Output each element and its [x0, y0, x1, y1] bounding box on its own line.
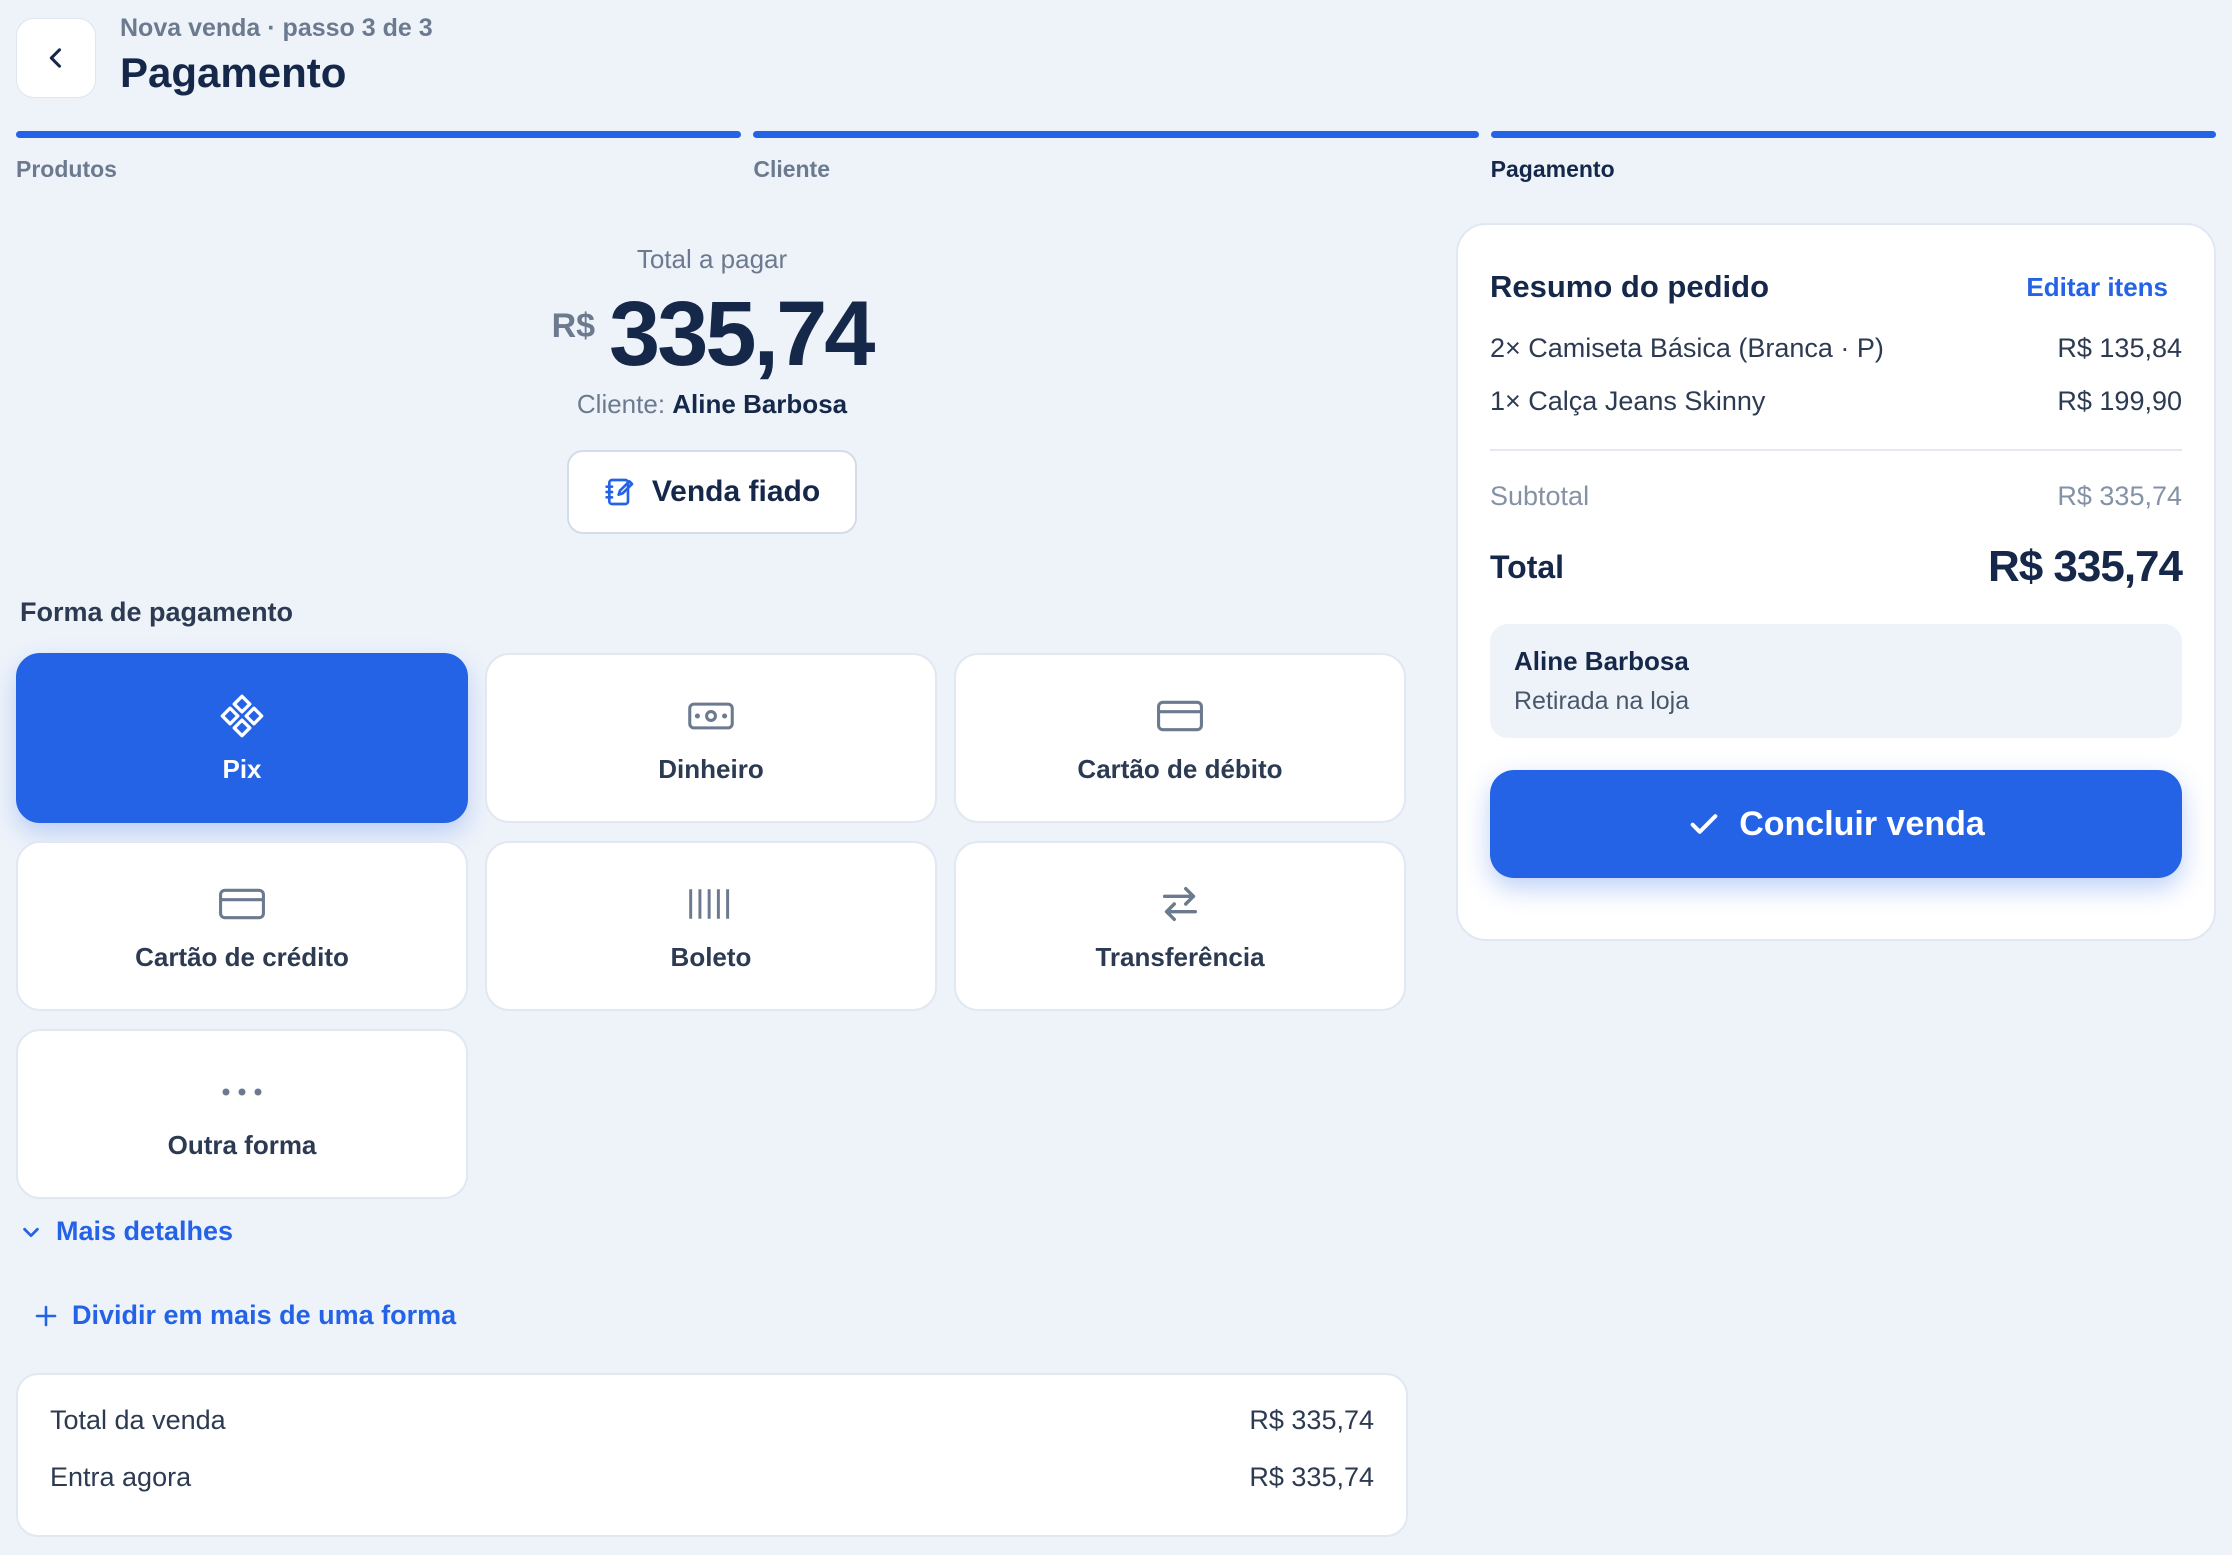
payment-method-label: Pix — [222, 753, 262, 784]
delivery-note: Retirada na loja — [1514, 687, 1690, 715]
payment-method-label: Cartão de débito — [1077, 753, 1283, 784]
subtotal-value: R$ 335,74 — [2057, 481, 2182, 511]
more-icon — [222, 1088, 262, 1095]
payment-method-outra[interactable]: Outra forma — [16, 1029, 468, 1199]
conclude-sale-label: Concluir venda — [1739, 804, 1985, 843]
total-row-label: Total — [1490, 548, 1565, 585]
page-title: Pagamento — [120, 48, 347, 96]
chevron-down-icon — [23, 1227, 39, 1237]
payment-section-label: Forma de pagamento — [20, 597, 294, 627]
edit-items-link[interactable]: Editar itens — [2026, 272, 2168, 303]
header-text: Nova venda · passo 3 de 3 Pagamento — [120, 14, 433, 97]
total-row: Total R$ 335,74 — [1490, 542, 2183, 592]
step-pagamento: Pagamento — [1490, 131, 2216, 183]
summary-label: Total da venda — [50, 1405, 226, 1435]
total-value: 335,74 — [609, 283, 875, 385]
item-price: R$ 199,90 — [2057, 386, 2182, 416]
customer-name: Aline Barbosa — [1514, 646, 1689, 676]
item-description: 1× Calça Jeans Skinny — [1490, 386, 1766, 416]
transfer-icon — [1162, 886, 1198, 921]
step-progress-bar — [753, 131, 1479, 138]
subtotal-label: Subtotal — [1490, 481, 1590, 511]
item-description: 2× Camiseta Básica (Branca · P) — [1490, 333, 1884, 363]
step-progress-bar — [1490, 131, 2216, 138]
payment-method-boleto[interactable]: Boleto — [485, 841, 937, 1011]
total-to-pay: Total a pagar R$ 335,74 Cliente: Aline B… — [412, 244, 1012, 534]
step-label: Produtos — [16, 156, 117, 182]
total-label: Total a pagar — [636, 244, 788, 274]
payment-method-credito[interactable]: Cartão de crédito — [16, 841, 468, 1011]
summary-row: Total da venda R$ 335,74 — [50, 1405, 1374, 1462]
summary-label: Entra agora — [50, 1462, 192, 1492]
order-summary-card: Resumo do pedido Editar itens 2× Camiset… — [1456, 223, 2216, 941]
payment-method-label: Cartão de crédito — [135, 941, 349, 972]
client-prefix: Cliente: — [576, 389, 666, 419]
split-payment-link[interactable]: Dividir em mais de uma forma — [34, 1300, 456, 1331]
summary-value: R$ 335,74 — [1249, 1462, 1374, 1492]
step-label: Pagamento — [1490, 156, 1615, 182]
step-produtos[interactable]: Produtos — [16, 131, 742, 183]
page-header: Nova venda · passo 3 de 3 Pagamento — [16, 14, 433, 98]
check-icon — [1690, 814, 1718, 834]
notebook-edit-icon — [605, 478, 634, 506]
card-icon — [1157, 700, 1203, 731]
more-details-label: Mais detalhes — [56, 1216, 234, 1246]
client-line: Cliente: Aline Barbosa — [412, 389, 1012, 420]
stepper: Produtos Cliente Pagamento — [16, 131, 2216, 183]
payment-methods-grid: Pix Dinheiro Cartão de débito Cartão de … — [16, 653, 1408, 1199]
step-cliente[interactable]: Cliente — [753, 131, 1479, 183]
step-indicator: Nova venda · passo 3 de 3 — [120, 13, 433, 42]
customer-info: Aline Barbosa Retirada na loja — [1490, 624, 2182, 738]
pix-icon — [220, 694, 264, 737]
total-row-value: R$ 335,74 — [1987, 542, 2183, 591]
currency-symbol: R$ — [551, 307, 596, 345]
venda-fiado-label: Venda fiado — [651, 475, 821, 508]
summary-row: Entra agora R$ 335,74 — [50, 1462, 1374, 1519]
order-item: 2× Camiseta Básica (Branca · P) R$ 135,8… — [1490, 333, 2182, 364]
chevron-left-icon — [49, 48, 62, 68]
payment-method-pix[interactable]: Pix — [16, 653, 468, 823]
step-label: Cliente — [753, 156, 831, 182]
subtotal-row: Subtotal R$ 335,74 — [1490, 481, 2182, 512]
sale-summary: Total da venda R$ 335,74 Entra agora R$ … — [16, 1373, 1408, 1537]
plus-icon — [35, 1305, 57, 1326]
summary-value: R$ 335,74 — [1249, 1405, 1374, 1435]
order-summary-title: Resumo do pedido — [1490, 269, 1769, 304]
step-progress-bar — [16, 131, 742, 138]
barcode-icon — [689, 888, 730, 919]
more-details-toggle[interactable]: Mais detalhes — [20, 1216, 233, 1247]
payment-method-label: Boleto — [670, 941, 752, 972]
item-price: R$ 135,84 — [2057, 333, 2182, 363]
conclude-sale-button[interactable]: Concluir venda — [1490, 770, 2182, 878]
payment-method-label: Transferência — [1095, 941, 1265, 972]
total-amount: R$ 335,74 — [412, 279, 1012, 389]
order-summary-header: Resumo do pedido Editar itens — [1490, 269, 2182, 305]
venda-fiado-button[interactable]: Venda fiado — [567, 450, 857, 534]
payment-method-label: Outra forma — [167, 1129, 317, 1160]
order-item: 1× Calça Jeans Skinny R$ 199,90 — [1490, 386, 2182, 417]
client-name: Aline Barbosa — [672, 389, 848, 419]
payment-method-label: Dinheiro — [658, 753, 764, 784]
card-icon — [219, 888, 265, 919]
divider — [1490, 449, 2182, 451]
payment-method-transferencia[interactable]: Transferência — [954, 841, 1406, 1011]
payment-method-debito[interactable]: Cartão de débito — [954, 653, 1406, 823]
cash-icon — [688, 702, 734, 729]
back-button[interactable] — [16, 18, 96, 98]
payment-method-dinheiro[interactable]: Dinheiro — [485, 653, 937, 823]
split-payment-label: Dividir em mais de uma forma — [72, 1300, 457, 1330]
